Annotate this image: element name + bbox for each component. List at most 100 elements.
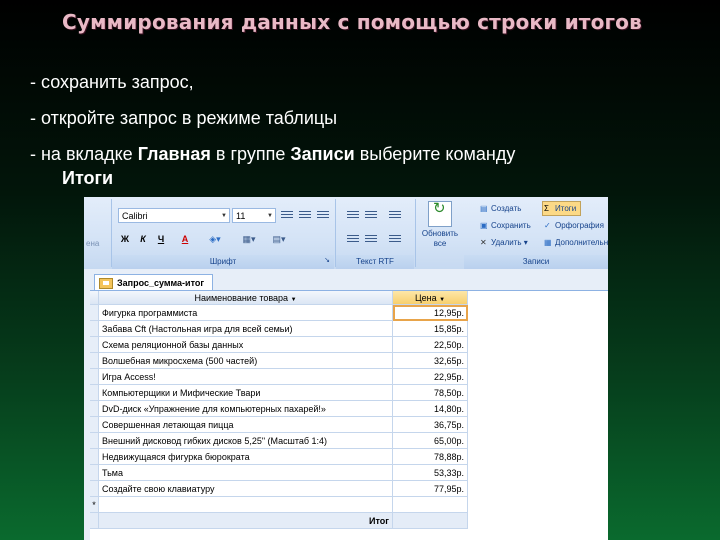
font-dialog-launcher-icon[interactable]: ↘ xyxy=(322,254,332,266)
bold-button[interactable]: Ж xyxy=(118,231,132,246)
product-name-cell[interactable]: DvD-диск «Упражнение для компьютерных па… xyxy=(98,400,393,417)
gridlines-button[interactable]: ▦▾ xyxy=(238,231,260,246)
price-cell[interactable]: 65,00р. xyxy=(392,432,468,449)
chevron-down-icon[interactable]: ▼ xyxy=(291,297,297,303)
font-name-box[interactable]: Calibri ▼ xyxy=(118,208,230,223)
price-cell[interactable]: 15,85р. xyxy=(392,320,468,337)
new-price-cell[interactable] xyxy=(392,496,468,513)
column-header-price[interactable]: Цена ▼ xyxy=(392,291,468,305)
table-row[interactable]: Схема реляционной базы данных 22,50р. xyxy=(90,336,468,353)
select-all-corner[interactable] xyxy=(90,291,99,305)
product-name-cell[interactable]: Забава Cft (Настольная игра для всей сем… xyxy=(98,320,393,337)
fill-color-button[interactable]: ◈▾ xyxy=(204,231,226,246)
product-name-cell[interactable]: Волшебная микросхема (500 частей) xyxy=(98,352,393,369)
price-cell[interactable]: 22,95р. xyxy=(392,368,468,385)
row-selector[interactable] xyxy=(90,464,99,481)
table-row[interactable]: Забава Cft (Настольная игра для всей сем… xyxy=(90,320,468,337)
column-header-name[interactable]: Наименование товара ▼ xyxy=(98,291,393,305)
bullet3-prefix: - на вкладке xyxy=(30,144,138,164)
price-cell[interactable]: 53,33р. xyxy=(392,464,468,481)
create-record-button[interactable]: ▤ Создать xyxy=(480,202,521,215)
product-name-cell[interactable]: Фигурка программиста xyxy=(98,304,393,321)
more-button[interactable]: ▦ Дополнительно xyxy=(544,236,608,249)
new-record-row[interactable]: * xyxy=(90,496,468,513)
rtf-indent-icon[interactable] xyxy=(388,209,402,221)
row-selector[interactable] xyxy=(90,432,99,449)
table-row[interactable]: Недвижущаяся фигурка бюрократа 78,88р. xyxy=(90,448,468,465)
more-icon: ▦ xyxy=(544,238,552,247)
product-name-cell[interactable]: Игра Access! xyxy=(98,368,393,385)
document-area: Запрос_сумма-итог Наименование товара ▼ … xyxy=(84,269,608,540)
font-group-label: Шрифт xyxy=(112,255,334,269)
row-selector[interactable] xyxy=(90,304,99,321)
price-cell[interactable]: 36,75р. xyxy=(392,416,468,433)
product-name-cell[interactable]: Недвижущаяся фигурка бюрократа xyxy=(98,448,393,465)
table-row[interactable]: Совершенная летающая пицца 36,75р. xyxy=(90,416,468,433)
price-cell[interactable]: 32,65р. xyxy=(392,352,468,369)
product-name-cell[interactable]: Тьма xyxy=(98,464,393,481)
save-record-button[interactable]: ▣ Сохранить xyxy=(480,219,531,232)
product-name-cell[interactable]: Компьютерщики и Мифические Твари xyxy=(98,384,393,401)
table-row[interactable]: DvD-диск «Упражнение для компьютерных па… xyxy=(90,400,468,417)
delete-record-button[interactable]: ✕ Удалить ▾ xyxy=(480,236,528,249)
chevron-down-icon[interactable]: ▼ xyxy=(439,297,445,303)
row-selector[interactable] xyxy=(90,368,99,385)
product-name-cell[interactable]: Внешний дисковод гибких дисков 5,25" (Ма… xyxy=(98,432,393,449)
bullet-select-command: - на вкладке Главная в группе Записи выб… xyxy=(30,144,515,165)
bullet3-suffix: выберите команду xyxy=(354,144,516,164)
new-name-cell[interactable] xyxy=(98,496,393,513)
rtf-increase-indent-icon[interactable] xyxy=(364,233,378,245)
bullet-open-datasheet: - откройте запрос в режиме таблицы xyxy=(30,108,338,128)
price-cell[interactable]: 78,50р. xyxy=(392,384,468,401)
table-row[interactable]: Компьютерщики и Мифические Твари 78,50р. xyxy=(90,384,468,401)
row-selector[interactable] xyxy=(90,448,99,465)
price-cell[interactable]: 77,95р. xyxy=(392,480,468,497)
row-selector[interactable] xyxy=(90,416,99,433)
save-icon: ▣ xyxy=(480,221,488,230)
price-cell[interactable]: 12,95р. xyxy=(392,304,468,321)
table-row[interactable]: Игра Access! 22,95р. xyxy=(90,368,468,385)
refresh-all-label: Обновить все xyxy=(421,229,459,248)
row-selector[interactable] xyxy=(90,336,99,353)
price-cell[interactable]: 14,80р. xyxy=(392,400,468,417)
align-center-icon[interactable] xyxy=(298,209,312,221)
table-row[interactable]: Волшебная микросхема (500 частей) 32,65р. xyxy=(90,352,468,369)
product-name-cell[interactable]: Совершенная летающая пицца xyxy=(98,416,393,433)
bullet-save-query: - сохранить запрос, xyxy=(30,72,194,92)
query-tab-title: Запрос_сумма-итог xyxy=(117,278,205,288)
row-selector[interactable] xyxy=(90,480,99,497)
totals-button[interactable]: Σ Итоги xyxy=(542,201,582,216)
row-selector[interactable] xyxy=(90,352,99,369)
table-row[interactable]: Тьма 53,33р. xyxy=(90,464,468,481)
totals-label: Итог xyxy=(98,512,393,529)
row-selector[interactable] xyxy=(90,384,99,401)
refresh-icon xyxy=(428,201,452,227)
price-cell[interactable]: 22,50р. xyxy=(392,336,468,353)
product-name-cell[interactable]: Создайте свою клавиатуру xyxy=(98,480,393,497)
rtf-highlight-icon[interactable] xyxy=(388,233,402,245)
totals-value-cell[interactable] xyxy=(392,512,468,529)
align-right-icon[interactable] xyxy=(316,209,330,221)
table-row[interactable]: Внешний дисковод гибких дисков 5,25" (Ма… xyxy=(90,432,468,449)
font-size-box[interactable]: 11 ▼ xyxy=(232,208,276,223)
sigma-icon: Σ xyxy=(544,204,549,213)
spelling-check-icon: ✓ xyxy=(544,221,551,230)
price-cell[interactable]: 78,88р. xyxy=(392,448,468,465)
rtf-decrease-indent-icon[interactable] xyxy=(346,233,360,245)
refresh-all-button[interactable]: Обновить все xyxy=(420,201,460,249)
align-left-icon[interactable] xyxy=(280,209,294,221)
alternate-fill-button[interactable]: ▤▾ xyxy=(268,231,290,246)
table-row[interactable]: Фигурка программиста 12,95р. xyxy=(90,304,468,321)
italic-button[interactable]: К xyxy=(136,231,150,246)
query-tab[interactable]: Запрос_сумма-итог xyxy=(94,274,214,291)
row-selector[interactable] xyxy=(90,400,99,417)
font-color-button[interactable]: A xyxy=(176,231,194,246)
underline-button[interactable]: Ч xyxy=(154,231,168,246)
spelling-button[interactable]: ✓ Орфография xyxy=(544,219,604,232)
row-selector[interactable] xyxy=(90,320,99,337)
rtf-numbered-list-icon[interactable] xyxy=(364,209,378,221)
table-row[interactable]: Создайте свою клавиатуру 77,95р. xyxy=(90,480,468,497)
rtf-list-icon[interactable] xyxy=(346,209,360,221)
product-name-cell[interactable]: Схема реляционной базы данных xyxy=(98,336,393,353)
new-record-marker: * xyxy=(90,496,99,513)
